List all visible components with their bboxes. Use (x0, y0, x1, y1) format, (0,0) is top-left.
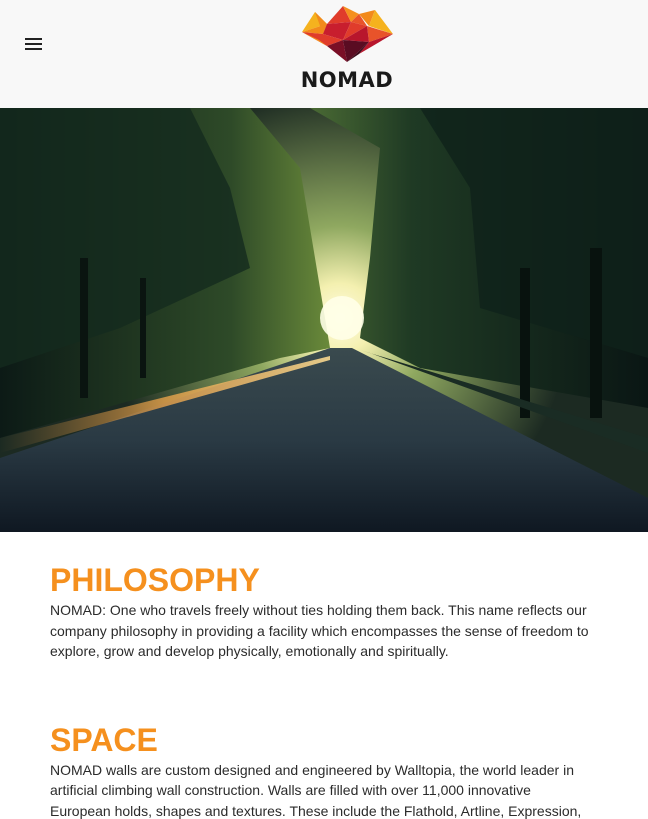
site-header: NOMAD (0, 0, 648, 108)
mountain-logo-icon (302, 6, 393, 62)
philosophy-section: PHILOSOPHY NOMAD: One who travels freely… (50, 562, 598, 662)
section-body: NOMAD: One who travels freely without ti… (50, 602, 589, 659)
logo-text: NOMAD (300, 68, 394, 92)
tree-lined-road-photo-icon (0, 108, 648, 532)
section-title: SPACE (50, 721, 158, 758)
space-section: SPACE NOMAD walls are custom designed an… (50, 722, 598, 819)
section-body: NOMAD walls are custom designed and engi… (50, 761, 582, 819)
nomad-logo[interactable]: NOMAD (297, 4, 397, 94)
section-title: PHILOSOPHY (50, 562, 260, 598)
content-area: PHILOSOPHY NOMAD: One who travels freely… (0, 532, 648, 819)
hamburger-menu-icon[interactable] (24, 36, 44, 52)
hero-image (0, 108, 648, 532)
